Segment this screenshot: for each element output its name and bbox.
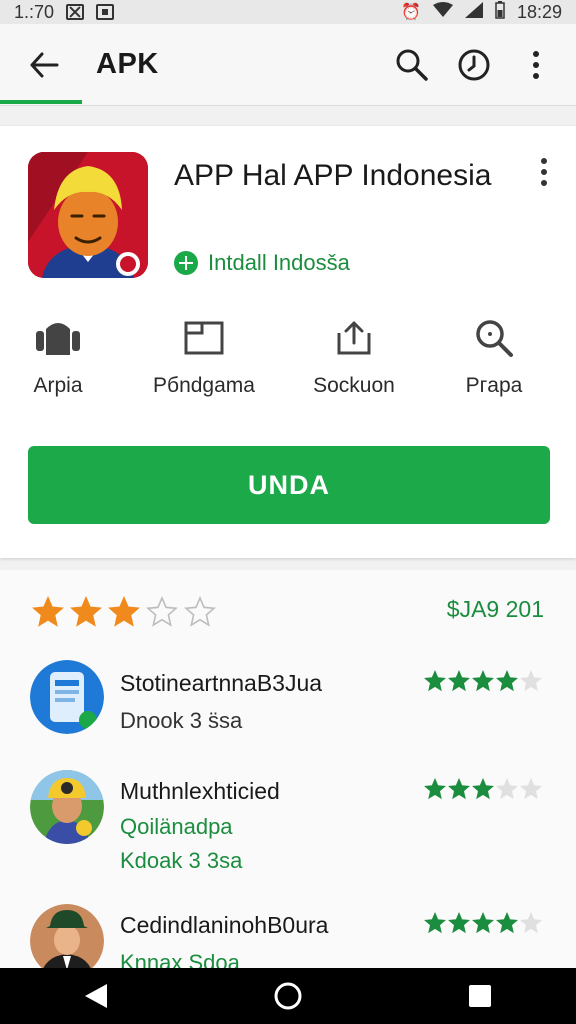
quick-action-label: Sockuon — [313, 374, 395, 397]
status-bar: 1.:70 ⏰ 18:29 — [0, 0, 576, 24]
search-icon[interactable] — [390, 43, 434, 87]
tab-indicator — [0, 100, 82, 104]
star-empty-icon — [520, 669, 542, 697]
quick-action-pbndgama[interactable]: Pбndgama — [134, 316, 274, 398]
star-filled-icon — [472, 911, 494, 939]
developer-name: Intdall Indosša — [208, 250, 350, 275]
rating-score: $JA9 201 — [446, 596, 544, 622]
search-icon — [424, 316, 564, 360]
star-filled-icon — [448, 669, 470, 697]
status-time-left: 1.:70 — [14, 1, 55, 22]
review-text: Kdoak 3 3sa — [120, 848, 243, 873]
arrow-left-icon[interactable] — [22, 43, 66, 87]
star-filled-icon — [424, 669, 446, 697]
app-detail-card: APP Hal APP Indonesia Intdall Indosša Ar… — [0, 126, 576, 558]
status-time-right: 18:29 — [516, 1, 562, 22]
quick-action-label: Pбndgama — [153, 374, 255, 397]
alarm-icon: ⏰ — [401, 4, 421, 21]
wifi-icon — [432, 1, 453, 23]
share-icon — [284, 316, 424, 360]
reviews-section: $JA9 201 StotineartnnaB3Jua Dnook 3 s̈sa — [0, 570, 576, 978]
folder-icon — [134, 316, 274, 360]
more-vert-icon[interactable] — [514, 43, 558, 87]
star-filled-icon — [472, 777, 494, 805]
history-icon[interactable] — [452, 43, 496, 87]
star-filled-icon — [424, 911, 446, 939]
android-icon — [0, 316, 128, 360]
star-filled-icon — [448, 777, 470, 805]
app-icon[interactable] — [28, 152, 148, 278]
star-filled-icon — [108, 595, 140, 633]
quick-action-arpia[interactable]: Arpia — [0, 316, 128, 398]
app-name: APP Hal APP Indonesia — [174, 159, 492, 192]
screenshot-icon — [66, 4, 85, 20]
star-filled-icon — [448, 911, 470, 939]
quick-actions: Arpia Pбndgama Sockuon Pгapa — [0, 316, 576, 406]
review-item[interactable]: StotineartnnaB3Jua Dnook 3 s̈sa — [0, 656, 576, 756]
star-empty-icon — [496, 777, 518, 805]
app-bar: APK — [0, 24, 576, 106]
rating-stars — [32, 595, 216, 633]
star-filled-icon — [472, 669, 494, 697]
review-text: Dnook 3 s̈sa — [120, 708, 243, 733]
quick-action-sockuon[interactable]: Sockuon — [284, 316, 424, 398]
battery-icon — [495, 0, 505, 24]
avatar — [30, 770, 104, 844]
developer-link[interactable]: Intdall Indosša — [174, 250, 350, 276]
quick-action-prapa[interactable]: Pгapa — [424, 316, 564, 398]
review-stars — [424, 669, 542, 697]
home-circle-icon[interactable] — [266, 974, 310, 1018]
review-text: Qoilänadpa — [120, 814, 233, 839]
star-empty-icon — [520, 911, 542, 939]
star-filled-icon — [424, 777, 446, 805]
rating-summary: $JA9 201 — [28, 594, 548, 634]
review-item[interactable]: Muthnlexhticied Qoilänadpa Kdoak 3 3sa — [0, 766, 576, 873]
reviewer-name: Muthnlexhticied — [120, 778, 280, 804]
avatar — [30, 660, 104, 734]
quick-action-label: Arpia — [33, 374, 83, 397]
install-button[interactable]: UNDA — [28, 446, 550, 524]
star-empty-icon — [520, 777, 542, 805]
recents-square-icon[interactable] — [458, 974, 502, 1018]
system-nav-bar — [0, 968, 576, 1024]
verified-badge-icon — [174, 251, 198, 275]
star-filled-icon — [32, 595, 64, 633]
star-filled-icon — [70, 595, 102, 633]
reviewer-name: CedindlaninohB0ura — [120, 912, 329, 938]
star-empty-icon — [146, 595, 178, 633]
review-stars — [424, 911, 542, 939]
avatar — [30, 904, 104, 978]
quick-action-label: Pгapa — [465, 374, 523, 397]
star-filled-icon — [496, 911, 518, 939]
signal-icon — [464, 1, 483, 23]
star-empty-icon — [184, 595, 216, 633]
back-triangle-icon[interactable] — [74, 974, 118, 1018]
reviewer-name: StotineartnnaB3Jua — [120, 670, 323, 696]
review-stars — [424, 777, 542, 805]
star-filled-icon — [496, 669, 518, 697]
card-more-vert-icon[interactable] — [530, 156, 558, 188]
page-title: APK — [96, 48, 159, 80]
download-icon — [96, 4, 115, 20]
